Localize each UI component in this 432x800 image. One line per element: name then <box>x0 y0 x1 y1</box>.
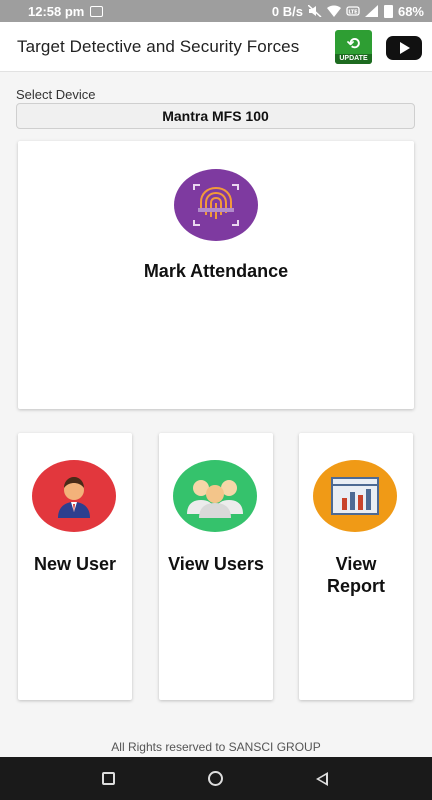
view-users-title: View Users <box>168 554 264 574</box>
footer-text: All Rights reserved to SANSCI GROUP <box>111 740 321 754</box>
status-bar: 12:58 pm 0 B/s LTE 68% <box>0 0 432 22</box>
user-avatar-icon <box>32 460 116 532</box>
mark-attendance-card[interactable]: Mark Attendance <box>18 141 414 409</box>
circle-icon <box>207 771 223 786</box>
home-button[interactable] <box>185 757 245 800</box>
new-user-title: New User <box>33 554 117 574</box>
update-label: UPDATE <box>335 54 372 64</box>
svg-text:LTE: LTE <box>348 10 358 16</box>
battery-level: 68% <box>397 3 424 19</box>
battery-icon <box>383 4 393 18</box>
app-title: Target Detective and Security Forces <box>17 36 300 56</box>
gallery-notification-icon <box>90 5 104 17</box>
update-arrow-icon: ⟲ <box>346 36 361 53</box>
status-right: 0 B/s LTE 68% <box>272 4 424 19</box>
fingerprint-icon <box>174 169 258 241</box>
nav-bar <box>0 757 432 800</box>
view-report-card[interactable]: View Report <box>299 433 413 700</box>
report-chart-icon <box>313 460 397 532</box>
net-speed: 0 B/s <box>271 3 303 19</box>
signal-icon <box>364 5 378 17</box>
wifi-icon <box>326 5 341 17</box>
device-dropdown[interactable]: Mantra MFS 100 <box>16 103 415 129</box>
youtube-button[interactable] <box>386 36 422 60</box>
mute-icon <box>307 5 322 17</box>
status-time: 12:58 pm <box>28 3 85 19</box>
update-button[interactable]: ⟲ UPDATE <box>335 30 372 64</box>
volte-icon: LTE <box>346 6 360 16</box>
app-bar: Target Detective and Security Forces ⟲ U… <box>0 22 432 72</box>
users-group-icon <box>173 460 257 532</box>
triangle-back-icon <box>316 771 328 786</box>
square-icon <box>101 772 115 785</box>
mark-attendance-title: Mark Attendance <box>143 261 289 281</box>
new-user-card[interactable]: New User <box>18 433 132 700</box>
back-button[interactable] <box>292 757 352 800</box>
select-device-label: Select Device <box>16 87 96 102</box>
view-report-title: View Report <box>327 554 385 596</box>
recents-button[interactable] <box>78 757 138 800</box>
youtube-play-icon <box>400 42 410 54</box>
view-users-card[interactable]: View Users <box>159 433 273 700</box>
